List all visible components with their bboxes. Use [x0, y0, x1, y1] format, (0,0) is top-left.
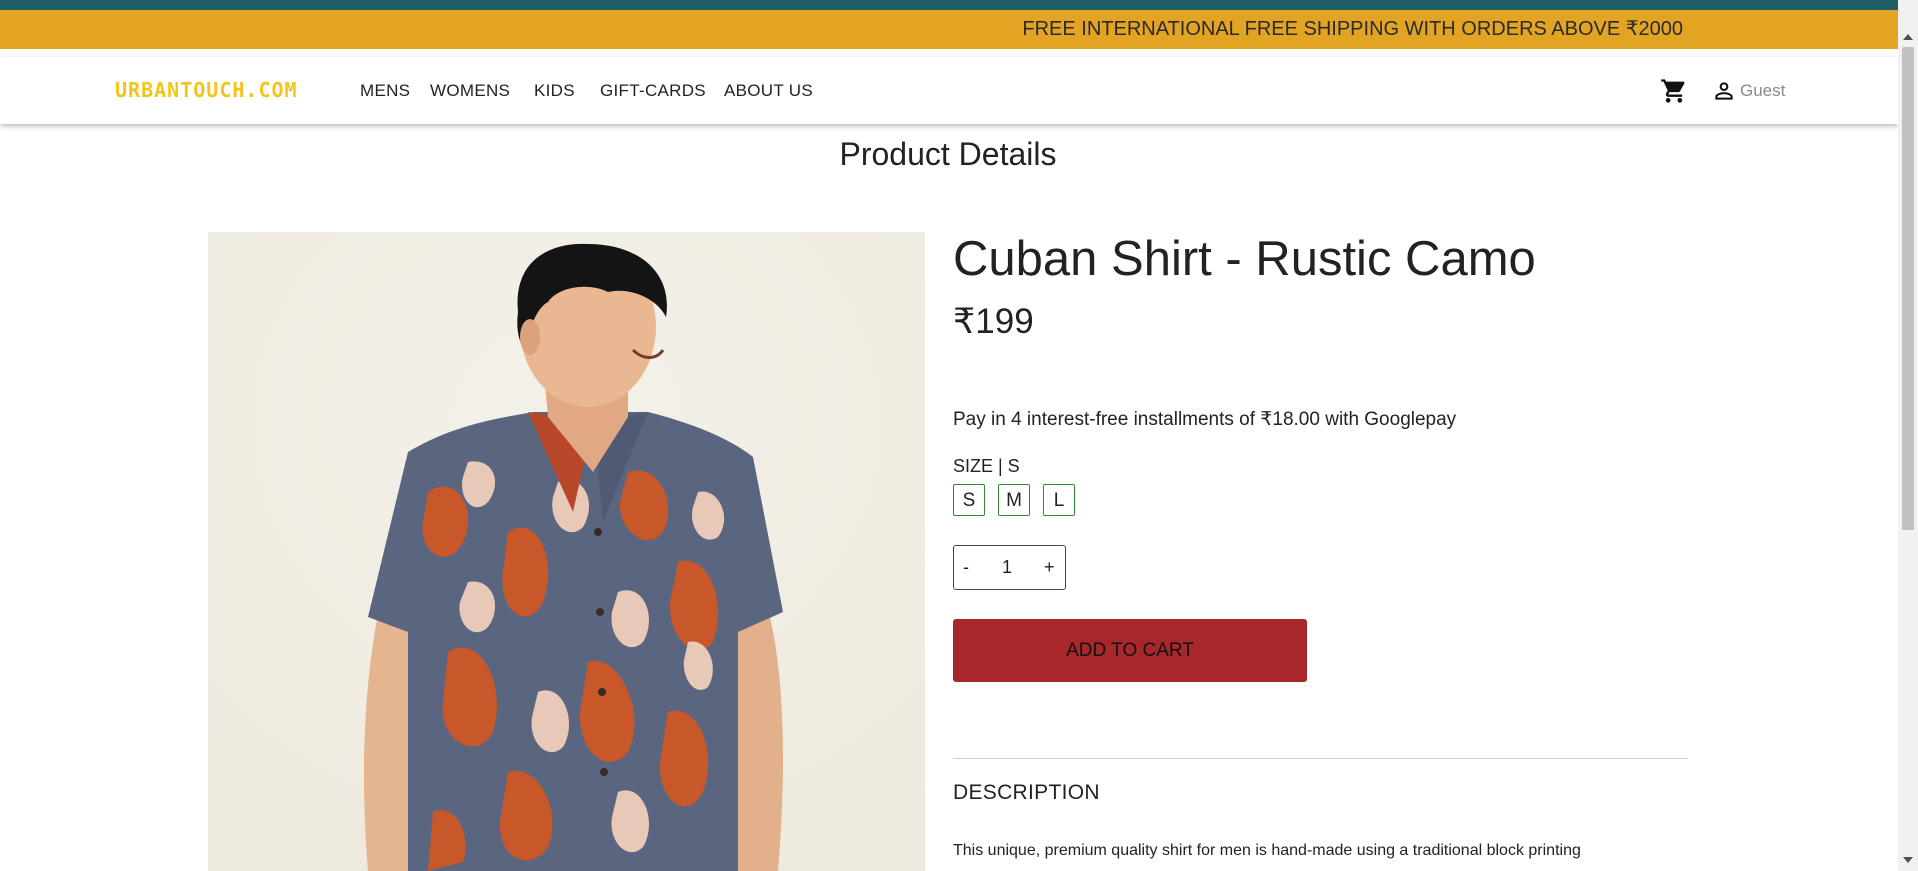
nav-link-gift-cards[interactable]: GIFT-CARDS [600, 81, 706, 101]
top-accent-strip [0, 0, 1918, 10]
vertical-scrollbar[interactable] [1898, 0, 1918, 871]
nav-link-about-us[interactable]: ABOUT US [724, 81, 813, 101]
product-price: ₹199 [953, 302, 1034, 341]
site-logo[interactable]: URBANTOUCH.COM [115, 78, 298, 102]
size-option-l[interactable]: L [1043, 484, 1075, 516]
user-icon[interactable] [1711, 78, 1737, 104]
nav-link-mens[interactable]: MENS [360, 81, 410, 101]
divider [953, 758, 1688, 759]
quantity-stepper: - 1 + [953, 545, 1066, 590]
announcement-bar: FREE INTERNATIONAL FREE SHIPPING WITH OR… [0, 10, 1898, 49]
size-label: SIZE | S [953, 456, 1020, 476]
scrollbar-thumb[interactable] [1902, 47, 1914, 530]
add-to-cart-button[interactable]: ADD TO CART [953, 619, 1307, 682]
product-name: Cuban Shirt - Rustic Camo [953, 232, 1536, 286]
nav-link-kids[interactable]: KIDS [534, 81, 575, 101]
scroll-up-arrow-icon[interactable] [1903, 34, 1913, 40]
product-photo [208, 232, 925, 871]
product-image [208, 232, 925, 871]
announcement-text: FREE INTERNATIONAL FREE SHIPPING WITH OR… [1022, 18, 1683, 40]
navbar: URBANTOUCH.COM MENS WOMENS KIDS GIFT-CAR… [0, 57, 1898, 124]
nav-link-womens[interactable]: WOMENS [430, 81, 510, 101]
quantity-decrease-button[interactable]: - [963, 557, 969, 578]
shopping-cart-icon[interactable] [1660, 77, 1688, 105]
installments-text: Pay in 4 interest-free installments of ₹… [953, 409, 1457, 430]
size-option-m[interactable]: M [998, 484, 1030, 516]
size-option-s[interactable]: S [953, 484, 985, 516]
scroll-down-arrow-icon[interactable] [1903, 857, 1913, 863]
description-text: This unique, premium quality shirt for m… [953, 842, 1581, 859]
description-heading[interactable]: DESCRIPTION [953, 781, 1100, 805]
user-label[interactable]: Guest [1740, 81, 1785, 101]
quantity-increase-button[interactable]: + [1044, 557, 1055, 578]
page-title: Product Details [839, 136, 1057, 172]
quantity-value[interactable]: 1 [1002, 557, 1012, 578]
